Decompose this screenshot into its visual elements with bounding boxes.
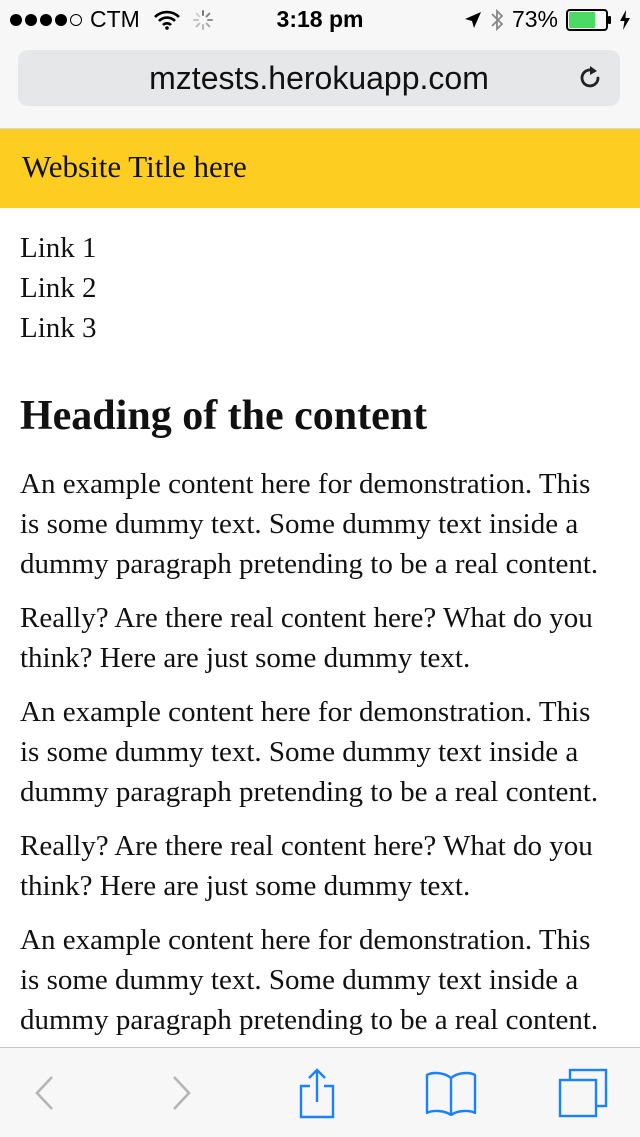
location-arrow-icon xyxy=(464,11,481,28)
tabs-icon xyxy=(558,1068,608,1117)
bookmarks-icon xyxy=(425,1071,477,1116)
site-header: Website Title here xyxy=(0,129,640,208)
page-content: Link 1 Link 2 Link 3 Heading of the cont… xyxy=(20,228,610,1054)
status-bar: CTM 3:18 pm 73% xyxy=(0,0,640,40)
url-field[interactable]: mztests.herokuapp.com xyxy=(18,50,620,106)
content-paragraph: An example content here for demonstratio… xyxy=(20,924,599,1036)
browser-toolbar xyxy=(0,1047,640,1137)
bluetooth-icon xyxy=(491,8,504,31)
content-paragraph: An example content here for demonstratio… xyxy=(20,468,599,580)
site-title: Website Title here xyxy=(22,149,247,184)
back-arrow-icon xyxy=(35,1075,53,1110)
forward-button[interactable] xyxy=(160,1048,204,1137)
bookmarks-button[interactable] xyxy=(422,1048,480,1137)
nav-link-3[interactable]: Link 3 xyxy=(20,308,610,348)
reload-icon[interactable] xyxy=(576,64,604,92)
content-paragraph: An example content here for demonstratio… xyxy=(20,696,599,808)
status-right: 73% xyxy=(464,6,630,33)
battery-percent: 73% xyxy=(511,6,558,32)
forward-arrow-icon xyxy=(173,1075,191,1110)
share-icon xyxy=(299,1067,335,1118)
content-paragraph: Really? Are there real content here? Wha… xyxy=(20,602,593,674)
nav-link-2[interactable]: Link 2 xyxy=(20,268,610,308)
content-heading: Heading of the content xyxy=(20,393,428,439)
url-text: mztests.herokuapp.com xyxy=(149,59,489,96)
charging-icon xyxy=(620,9,630,30)
tabs-button[interactable] xyxy=(556,1048,610,1137)
browser-address-bar: mztests.herokuapp.com xyxy=(0,40,640,129)
content-paragraph: Really? Are there real content here? Wha… xyxy=(20,830,593,902)
site-nav: Link 1 Link 2 Link 3 xyxy=(20,228,610,348)
back-button[interactable] xyxy=(22,1048,66,1137)
nav-link-1[interactable]: Link 1 xyxy=(20,228,610,268)
share-button[interactable] xyxy=(294,1048,340,1137)
battery-icon xyxy=(566,8,611,31)
